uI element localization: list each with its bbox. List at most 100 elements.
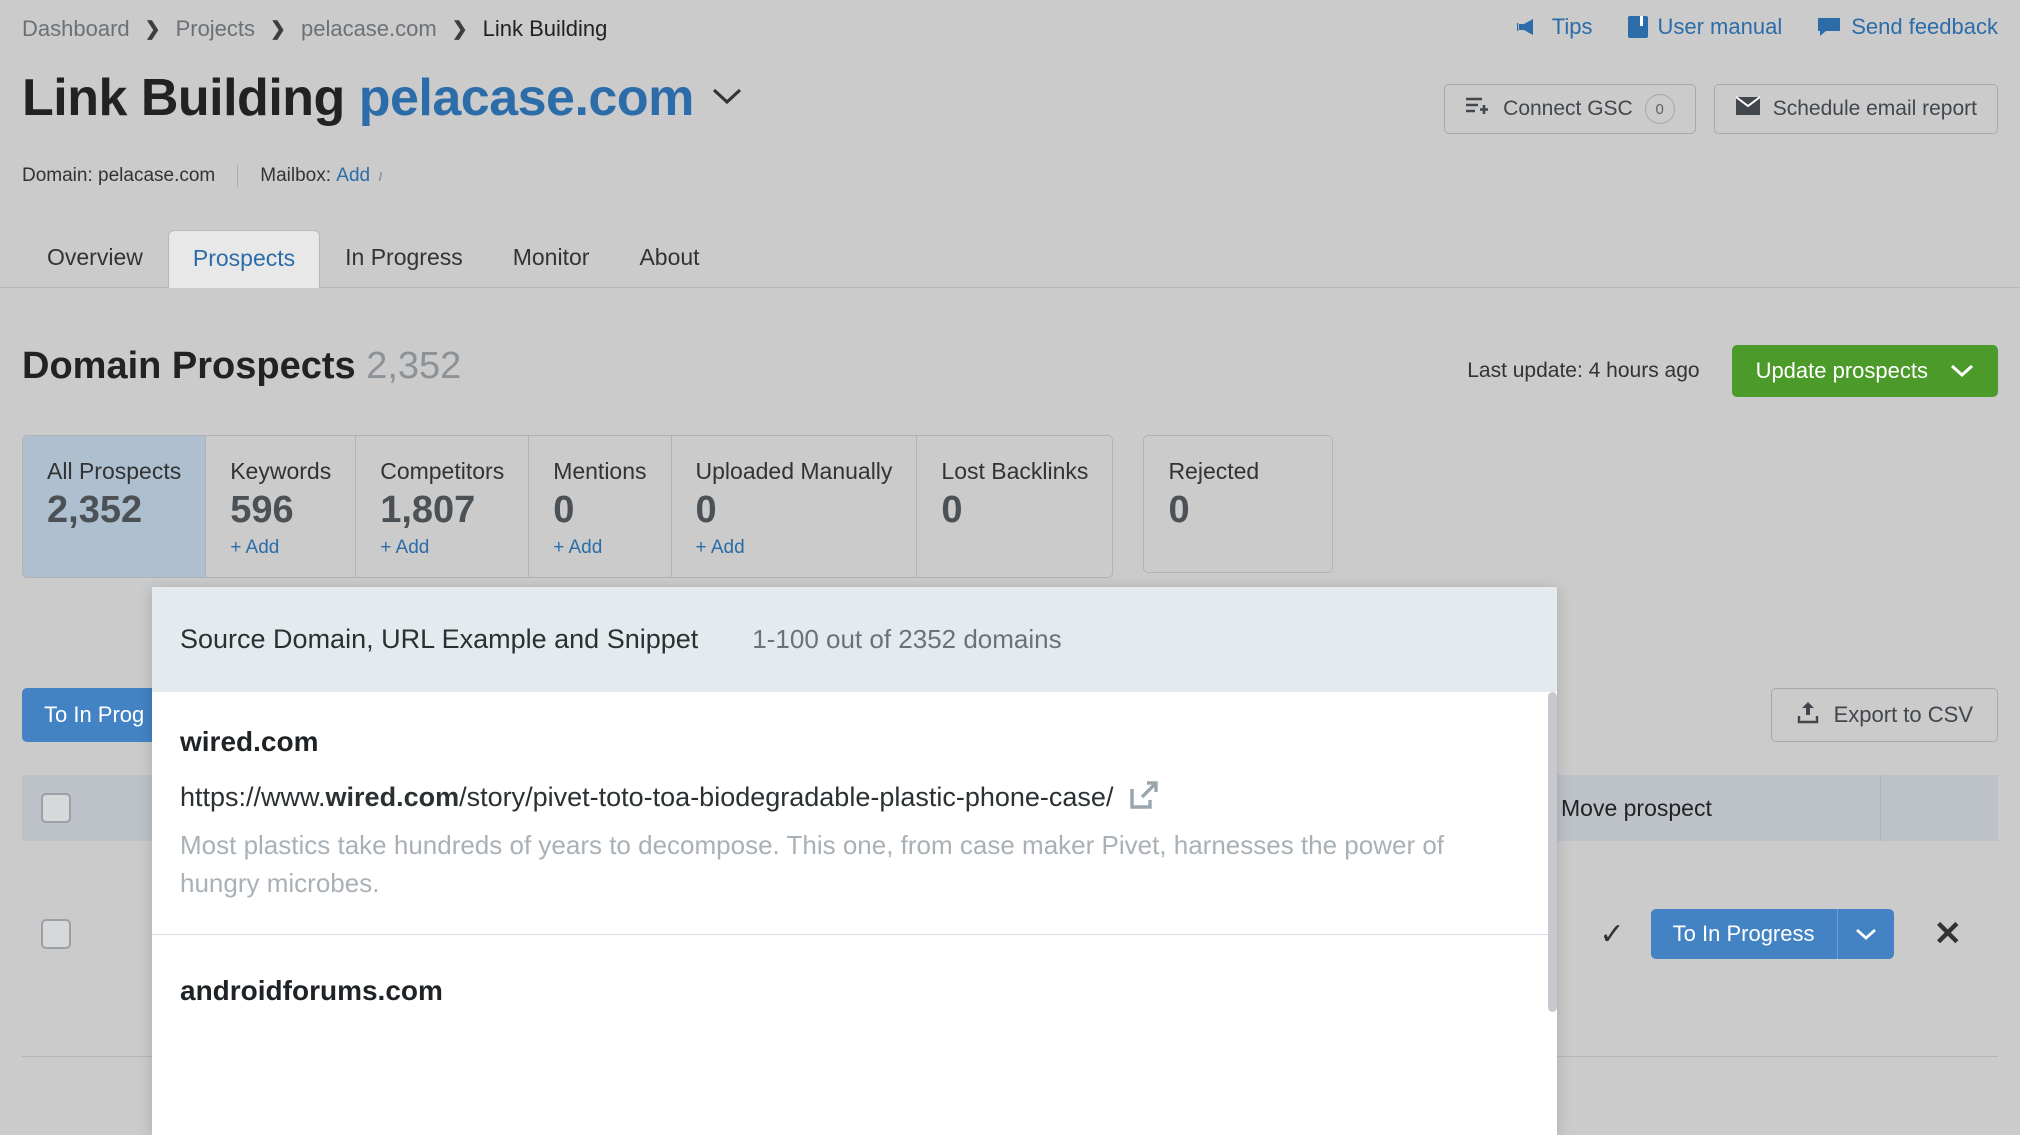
prospect-stat-cards: All Prospects 2,352 Keywords 596 + Add C… <box>22 435 1334 578</box>
stat-card-add-link[interactable]: + Add <box>553 537 646 559</box>
stat-card-uploaded-manually[interactable]: Uploaded Manually 0 + Add <box>672 436 918 577</box>
tab-prospects[interactable]: Prospects <box>167 230 321 288</box>
external-link-icon[interactable] <box>1129 780 1159 815</box>
overlay-scrollbar[interactable] <box>1548 692 1557 1012</box>
chevron-down-icon <box>1950 358 1974 384</box>
url-suffix: /story/pivet-toto-toa-biodegradable-plas… <box>459 782 1114 812</box>
breadcrumb-separator: ❯ <box>144 18 161 40</box>
chevron-down-icon[interactable] <box>710 85 744 112</box>
breadcrumb-separator: ❯ <box>451 18 468 40</box>
page-title-prefix: Link Building <box>22 69 345 127</box>
section-heading-count: 2,352 <box>366 345 462 387</box>
move-prospect-header-label: Move prospect <box>1561 794 1712 821</box>
update-row: Last update: 4 hours ago Update prospect… <box>1467 345 1998 397</box>
tab-bar: Overview Prospects In Progress Monitor A… <box>0 225 2020 288</box>
overlay-item-domain: androidforums.com <box>180 975 443 1007</box>
tips-label: Tips <box>1551 14 1593 39</box>
stat-card-value: 0 <box>695 489 717 531</box>
tips-link[interactable]: Tips <box>1516 14 1593 40</box>
to-in-progress-bulk-button[interactable]: To In Prog <box>22 688 167 742</box>
stat-card-rejected[interactable]: Rejected 0 <box>1143 435 1334 573</box>
row-to-in-progress-label: To In Progress <box>1651 909 1838 959</box>
user-manual-link[interactable]: User manual <box>1627 14 1783 40</box>
stat-card-add-link[interactable]: + Add <box>696 537 893 559</box>
overlay-item-snippet: Most plastics take hundreds of years to … <box>180 830 1445 898</box>
info-icon[interactable]: ı <box>378 166 383 186</box>
last-update-text: Last update: 4 hours ago <box>1467 359 1700 382</box>
connect-gsc-button[interactable]: Connect GSC 0 <box>1444 84 1696 134</box>
stat-card-label: Rejected <box>1168 458 1260 484</box>
stat-card-value: 0 <box>1168 489 1190 531</box>
section-heading: Domain Prospects 2,352 <box>22 345 461 388</box>
stat-card-label: Competitors <box>380 458 505 484</box>
stat-card-keywords[interactable]: Keywords 596 + Add <box>206 436 357 577</box>
breadcrumb-item-projects[interactable]: Projects <box>176 16 255 42</box>
breadcrumb-item-pelacase[interactable]: pelacase.com <box>301 16 437 42</box>
envelope-icon <box>1735 96 1761 122</box>
stat-card-label: All Prospects <box>47 458 182 484</box>
stat-card-value: 596 <box>230 489 294 531</box>
list-add-icon <box>1465 95 1491 123</box>
meta-divider <box>237 165 239 187</box>
table-header-actions-cell <box>1880 775 1998 841</box>
stat-card-value: 0 <box>553 489 575 531</box>
overlay-item-url-line: https://www.wired.com/story/pivet-toto-t… <box>180 780 1529 815</box>
stat-card-add-link[interactable]: + Add <box>380 537 504 559</box>
tab-in-progress[interactable]: In Progress <box>320 229 488 287</box>
overlay-title: Source Domain, URL Example and Snippet <box>180 624 699 654</box>
book-icon <box>1627 15 1649 39</box>
page-title-row: Link Building pelacase.com <box>22 68 744 128</box>
export-to-csv-button[interactable]: Export to CSV <box>1770 688 1998 742</box>
connect-gsc-badge: 0 <box>1644 94 1675 124</box>
stat-card-competitors[interactable]: Competitors 1,807 + Add <box>356 436 530 577</box>
stat-card-label: Uploaded Manually <box>695 458 893 484</box>
breadcrumb-separator: ❯ <box>270 18 286 40</box>
mailbox-add-link[interactable]: Add <box>336 165 370 187</box>
tab-about[interactable]: About <box>614 229 724 287</box>
top-utility-links: Tips User manual Send feedback <box>1516 14 1998 40</box>
breadcrumb: Dashboard ❯ Projects ❯ pelacase.com ❯ Li… <box>22 16 607 42</box>
row-checkbox-cell[interactable] <box>22 919 90 949</box>
update-prospects-label: Update prospects <box>1755 358 1928 383</box>
mailbox-label: Mailbox: <box>260 165 332 186</box>
breadcrumb-item-dashboard[interactable]: Dashboard <box>22 16 130 42</box>
stat-card-value: 2,352 <box>47 489 143 531</box>
stat-card-add-link[interactable]: + Add <box>230 537 331 559</box>
stat-card-value: 0 <box>941 489 963 531</box>
domain-text: Domain: pelacase.com <box>22 165 216 186</box>
schedule-email-report-label: Schedule email report <box>1772 97 1977 120</box>
megaphone-icon <box>1516 17 1543 37</box>
page-title: Link Building pelacase.com <box>22 68 694 128</box>
stat-card-mentions[interactable]: Mentions 0 + Add <box>529 436 672 577</box>
stat-card-label: Lost Backlinks <box>941 458 1089 484</box>
page-title-domain[interactable]: pelacase.com <box>359 69 695 127</box>
stat-card-all-prospects[interactable]: All Prospects 2,352 <box>23 436 207 577</box>
url-prefix: https://www. <box>180 782 326 812</box>
user-manual-label: User manual <box>1657 14 1783 39</box>
speech-bubble-icon <box>1816 16 1842 38</box>
reject-prospect-icon[interactable]: ✕ <box>1934 914 1963 954</box>
chevron-down-icon[interactable] <box>1838 909 1894 959</box>
schedule-email-report-button[interactable]: Schedule email report <box>1713 84 1998 134</box>
overlay-item-url[interactable]: https://www.wired.com/story/pivet-toto-t… <box>180 782 1113 813</box>
row-checkbox[interactable] <box>41 919 71 949</box>
source-domain-overlay: Source Domain, URL Example and Snippet 1… <box>152 587 1557 1135</box>
check-icon: ✓ <box>1599 917 1625 951</box>
export-to-csv-label: Export to CSV <box>1833 702 1973 727</box>
tab-monitor[interactable]: Monitor <box>488 229 615 287</box>
update-prospects-button[interactable]: Update prospects <box>1731 345 1998 397</box>
stat-card-lost-backlinks[interactable]: Lost Backlinks 0 <box>917 436 1112 577</box>
stat-card-label: Mentions <box>553 458 647 484</box>
select-all-checkbox-cell[interactable] <box>22 793 90 823</box>
header-actions: Connect GSC 0 Schedule email report <box>1444 84 1998 134</box>
overlay-list-item: wired.com https://www.wired.com/story/pi… <box>152 692 1557 935</box>
send-feedback-link[interactable]: Send feedback <box>1816 14 1998 40</box>
select-all-checkbox[interactable] <box>41 793 71 823</box>
row-to-in-progress-button[interactable]: To In Progress <box>1650 909 1894 959</box>
stat-card-label: Keywords <box>230 458 332 484</box>
upload-icon <box>1796 700 1820 730</box>
stat-card-value: 1,807 <box>380 489 476 531</box>
overlay-header: Source Domain, URL Example and Snippet 1… <box>152 587 1557 692</box>
stat-card-group: All Prospects 2,352 Keywords 596 + Add C… <box>22 435 1114 578</box>
tab-overview[interactable]: Overview <box>22 229 168 287</box>
